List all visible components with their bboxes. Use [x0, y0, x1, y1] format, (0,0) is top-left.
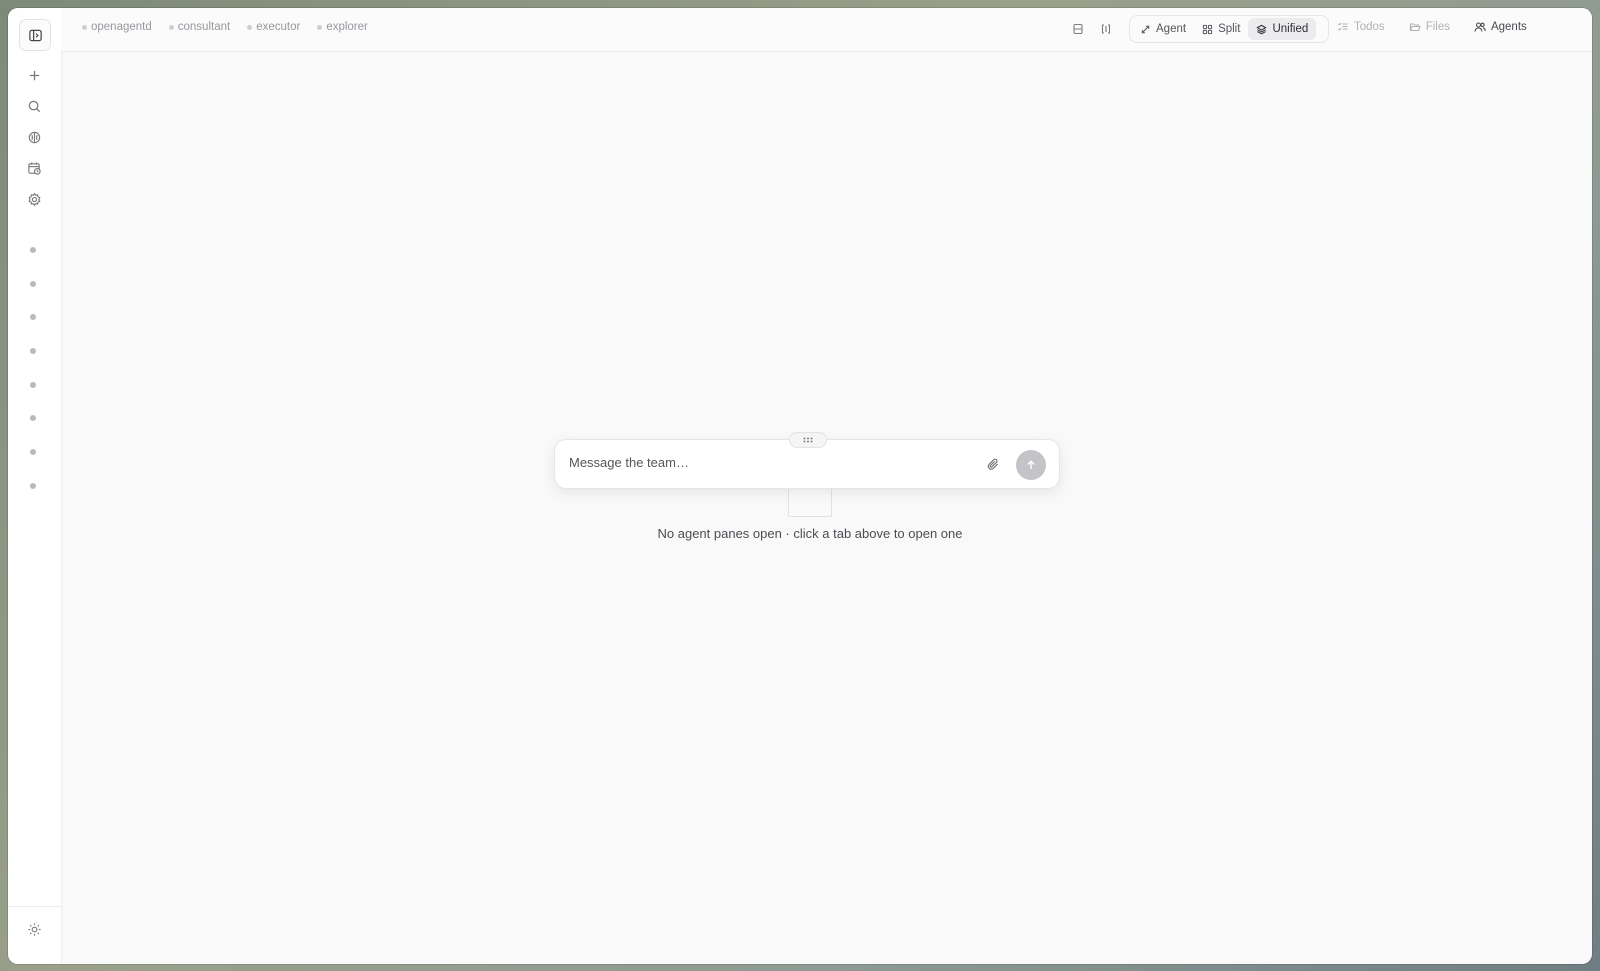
todos-button[interactable]: Todos [1337, 21, 1385, 33]
session-dot[interactable] [30, 415, 36, 421]
session-dot[interactable] [30, 382, 36, 388]
rows-layout-icon [1073, 23, 1083, 35]
memory-button[interactable] [19, 122, 49, 152]
empty-state-illustration [788, 485, 832, 517]
session-dot[interactable] [30, 449, 36, 455]
mode-split-button[interactable]: Split [1194, 18, 1248, 40]
sidebar-toggle-button[interactable] [19, 19, 51, 51]
new-session-button[interactable] [19, 60, 49, 90]
sun-icon [27, 922, 41, 936]
agents-button[interactable]: Agents [1474, 21, 1527, 33]
mode-agent-label: Agent [1156, 23, 1187, 35]
paperclip-icon [987, 458, 998, 470]
empty-state-message: No agent panes open · click a tab above … [657, 526, 963, 541]
schedule-button[interactable] [19, 153, 49, 183]
agent-tab-label: executor [256, 21, 301, 33]
folder-open-icon [1409, 23, 1421, 32]
sidebar-toggle-icon [28, 29, 42, 41]
panel-tools: Todos Files Agents [1337, 21, 1527, 33]
plus-icon [29, 70, 39, 80]
grip-dots-icon [803, 437, 813, 443]
status-dot [168, 24, 174, 30]
brain-icon [28, 131, 40, 143]
agent-tab-openagentd[interactable]: openagentd [82, 21, 152, 33]
session-dot[interactable] [30, 281, 36, 287]
send-button[interactable] [1016, 450, 1046, 480]
stack-layout-button[interactable] [1070, 21, 1086, 37]
agent-tab-label: consultant [177, 21, 231, 33]
search-icon [28, 100, 40, 112]
agent-tab-consultant[interactable]: consultant [168, 21, 231, 33]
settings-button[interactable] [19, 184, 49, 214]
app-window: openagentd consultant executor explorer [8, 8, 1592, 964]
agents-label: Agents [1490, 21, 1527, 33]
layout-controls [1070, 21, 1114, 37]
files-button[interactable]: Files [1409, 21, 1450, 33]
calendar-clock-icon [27, 161, 41, 175]
agent-tab-executor[interactable]: executor [247, 21, 300, 33]
grid-icon [1202, 24, 1213, 34]
agent-tab-label: explorer [326, 21, 368, 33]
columns-layout-icon [1101, 24, 1111, 34]
expand-icon [1141, 25, 1150, 33]
message-composer [554, 432, 1060, 489]
layers-icon [1256, 24, 1268, 34]
status-dot [82, 24, 87, 30]
status-dot [247, 24, 253, 30]
columns-layout-button[interactable] [1098, 21, 1114, 37]
todos-label: Todos [1354, 21, 1385, 33]
files-label: Files [1425, 21, 1450, 33]
agent-tab-label: openagentd [91, 21, 152, 33]
top-bar: openagentd consultant executor explorer [61, 8, 1592, 52]
status-dot [317, 24, 323, 30]
left-rail [8, 8, 62, 964]
message-input[interactable] [569, 455, 969, 470]
drag-handle[interactable] [789, 432, 827, 448]
agent-tabs: openagentd consultant executor explorer [82, 21, 368, 33]
list-checks-icon [1338, 22, 1348, 31]
mode-split-label: Split [1218, 23, 1241, 35]
view-mode-switcher: Agent Split Unified [1129, 15, 1329, 43]
session-dot[interactable] [30, 314, 36, 320]
theme-toggle-button[interactable] [19, 914, 49, 944]
agent-tab-explorer[interactable]: explorer [317, 21, 368, 33]
users-icon [1474, 22, 1486, 32]
search-button[interactable] [19, 91, 49, 121]
mode-unified-label: Unified [1272, 23, 1309, 35]
arrow-up-icon [1027, 460, 1035, 469]
session-dot[interactable] [30, 483, 36, 489]
mode-agent-button[interactable]: Agent [1132, 18, 1194, 40]
attach-button[interactable] [985, 456, 1001, 472]
session-dot[interactable] [30, 348, 36, 354]
session-dot[interactable] [30, 247, 36, 253]
mode-unified-button[interactable]: Unified [1248, 18, 1317, 40]
gear-icon [28, 192, 40, 206]
rail-divider [8, 906, 61, 907]
